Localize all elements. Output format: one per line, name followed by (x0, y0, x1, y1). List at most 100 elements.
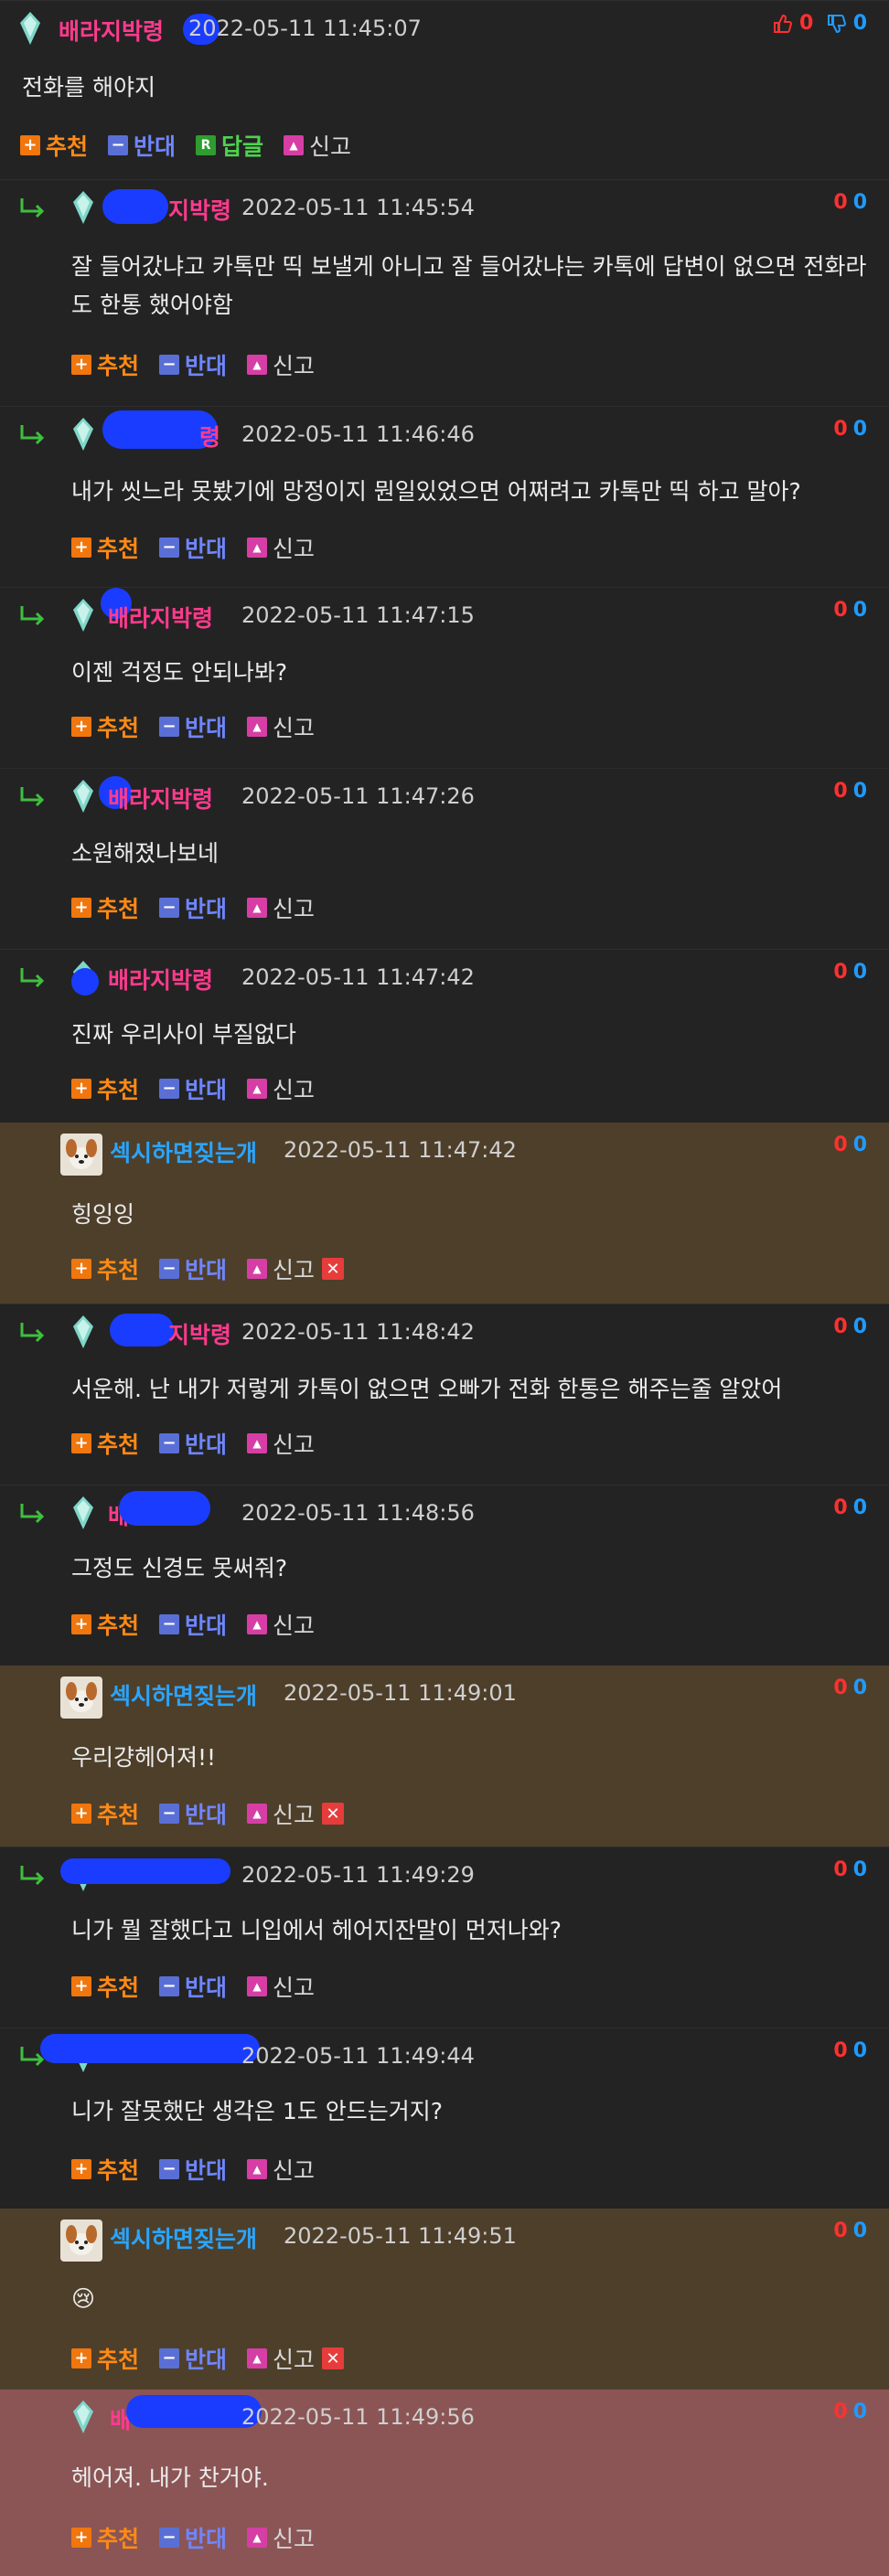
comment-nickname[interactable]: 배라지박령 (59, 14, 164, 47)
oppose-button[interactable]: − 반대 (159, 1072, 227, 1105)
oppose-button[interactable]: − 반대 (159, 2521, 227, 2554)
recommend-button[interactable]: + 추천 (71, 710, 139, 743)
comment-meta: 배 2022-05-11 11:49:56 00 (0, 2390, 889, 2448)
reply-arrow-icon (20, 968, 45, 988)
minus-icon: − (159, 1079, 180, 1099)
alarm-icon: ▲ (247, 898, 268, 918)
oppose-button[interactable]: − 반대 (159, 348, 227, 381)
vote-counts: 00 (833, 418, 867, 441)
downvote-count: 0 (852, 12, 867, 35)
comment-item: 령 2022-05-11 11:46:46 00 내가 씻느라 못봤기에 망정이… (0, 406, 889, 587)
recommend-button[interactable]: + 추천 (71, 2521, 139, 2554)
report-button[interactable]: ▲ 신고 (247, 891, 315, 924)
thumbs-down-icon[interactable] (826, 14, 847, 34)
thumbs-up-icon[interactable] (772, 14, 793, 34)
comment-date: 2022-05-11 11:48:42 (241, 1319, 475, 1345)
reply-button[interactable]: R 답글 (196, 129, 263, 162)
oppose-button[interactable]: − 반대 (159, 1797, 227, 1830)
comment-item: 배라지박령 2022-05-11 11:45:07 0 0 전화를 해야지 + 추… (0, 0, 889, 179)
comment-nickname[interactable]: 배라지박령 (108, 782, 213, 814)
comment-nickname[interactable]: 섹시하면짖는개 (110, 1135, 257, 1168)
redaction-mark (102, 189, 168, 224)
reply-arrow-icon (20, 787, 45, 807)
avatar[interactable] (60, 1677, 102, 1719)
comment-nickname[interactable]: 지박령 (168, 193, 231, 226)
minus-icon: − (159, 2159, 180, 2179)
oppose-button[interactable]: − 반대 (159, 1970, 227, 2003)
report-button[interactable]: ▲ 신고 (247, 1072, 315, 1105)
comment-nickname[interactable]: 령 (199, 420, 220, 452)
comment-nickname[interactable]: 지박령 (168, 1317, 231, 1350)
recommend-button[interactable]: + 추천 (20, 129, 88, 162)
avatar[interactable] (60, 2219, 102, 2262)
recommend-button[interactable]: + 추천 (71, 348, 139, 381)
vote-counts: 00 (833, 1496, 867, 1519)
redaction-mark (60, 1858, 230, 1884)
report-button[interactable]: ▲ 신고 (247, 710, 315, 743)
comment-actions: + 추천 − 반대 ▲ 신고 (71, 533, 335, 562)
report-button[interactable]: ▲ 신고 ✕ (247, 1252, 345, 1285)
comment-nickname[interactable]: 섹시하면짖는개 (110, 1678, 257, 1711)
oppose-button[interactable]: − 반대 (159, 710, 227, 743)
avatar[interactable] (60, 1134, 102, 1176)
report-button[interactable]: ▲ 신고 (247, 1608, 315, 1641)
comment-item: 배 2022-05-11 11:49:56 00 헤어져. 내가 찬거야. + 추… (0, 2390, 889, 2576)
comment-actions: + 추천 − 반대 ▲ 신고 (71, 350, 335, 379)
downvote-count: 0 (852, 961, 867, 984)
report-button[interactable]: ▲ 신고 (247, 1970, 315, 2003)
reply-arrow-icon (20, 1323, 45, 1343)
oppose-button[interactable]: − 반대 (159, 1252, 227, 1285)
delete-button[interactable]: ✕ (322, 2347, 345, 2369)
oppose-button[interactable]: − 반대 (108, 129, 176, 162)
comment-actions: + 추천 − 반대 ▲ 신고 ✕ (71, 2344, 364, 2373)
comment-meta: 배라지박령 2022-05-11 11:47:15 00 (0, 588, 889, 646)
recommend-button[interactable]: + 추천 (71, 1797, 139, 1830)
report-button[interactable]: ▲ 신고 (247, 2153, 315, 2186)
comment-nickname[interactable]: 섹시하면짖는개 (110, 2221, 257, 2254)
alarm-icon: ▲ (247, 538, 268, 558)
recommend-button[interactable]: + 추천 (71, 1252, 139, 1285)
report-button[interactable]: ▲ 신고 (247, 531, 315, 564)
delete-button[interactable]: ✕ (322, 1803, 345, 1825)
report-button[interactable]: ▲ 신고 ✕ (247, 2342, 345, 2375)
report-button[interactable]: ▲ 신고 (247, 1427, 315, 1460)
plus-icon: + (71, 717, 91, 737)
comment-actions: + 추천 − 반대 ▲ 신고 (71, 1074, 335, 1103)
report-button[interactable]: ▲ 신고 (247, 2521, 315, 2554)
comment-nickname[interactable]: 배라지박령 (108, 601, 213, 633)
downvote-count: 0 (852, 191, 867, 214)
dog-avatar-icon (60, 2219, 102, 2262)
delete-button[interactable]: ✕ (322, 1258, 345, 1280)
alarm-icon: ▲ (247, 355, 268, 375)
recommend-button[interactable]: + 추천 (71, 891, 139, 924)
comment-nickname[interactable]: 배라지박령 (108, 963, 213, 995)
recommend-button[interactable]: + 추천 (71, 2153, 139, 2186)
oppose-button[interactable]: − 반대 (159, 2342, 227, 2375)
recommend-button[interactable]: + 추천 (71, 2342, 139, 2375)
minus-icon: − (159, 898, 180, 918)
oppose-button[interactable]: − 반대 (159, 1608, 227, 1641)
alarm-icon: ▲ (247, 2528, 268, 2548)
comment-text: 헤어져. 내가 찬거야. (71, 2464, 269, 2491)
comment-date: 2022-05-11 11:47:26 (241, 783, 475, 809)
report-button[interactable]: ▲ 신고 (247, 348, 315, 381)
oppose-button[interactable]: − 반대 (159, 531, 227, 564)
plus-icon: + (71, 2528, 91, 2548)
oppose-button[interactable]: − 반대 (159, 2153, 227, 2186)
vote-counts: 0 0 (772, 12, 867, 35)
recommend-button[interactable]: + 추천 (71, 1072, 139, 1105)
upvote-count: 0 (833, 599, 848, 622)
recommend-button[interactable]: + 추천 (71, 1970, 139, 2003)
report-button[interactable]: ▲ 신고 ✕ (247, 1797, 345, 1830)
level-icon (73, 418, 93, 451)
alarm-icon: ▲ (247, 2348, 268, 2368)
vote-counts: 00 (833, 191, 867, 214)
dog-avatar-icon (60, 1134, 102, 1176)
recommend-button[interactable]: + 추천 (71, 531, 139, 564)
oppose-button[interactable]: − 반대 (159, 891, 227, 924)
recommend-button[interactable]: + 추천 (71, 1427, 139, 1460)
report-button[interactable]: ▲ 신고 (284, 129, 351, 162)
comment-date: 2022-05-11 11:47:42 (241, 964, 475, 990)
oppose-button[interactable]: − 반대 (159, 1427, 227, 1460)
recommend-button[interactable]: + 추천 (71, 1608, 139, 1641)
